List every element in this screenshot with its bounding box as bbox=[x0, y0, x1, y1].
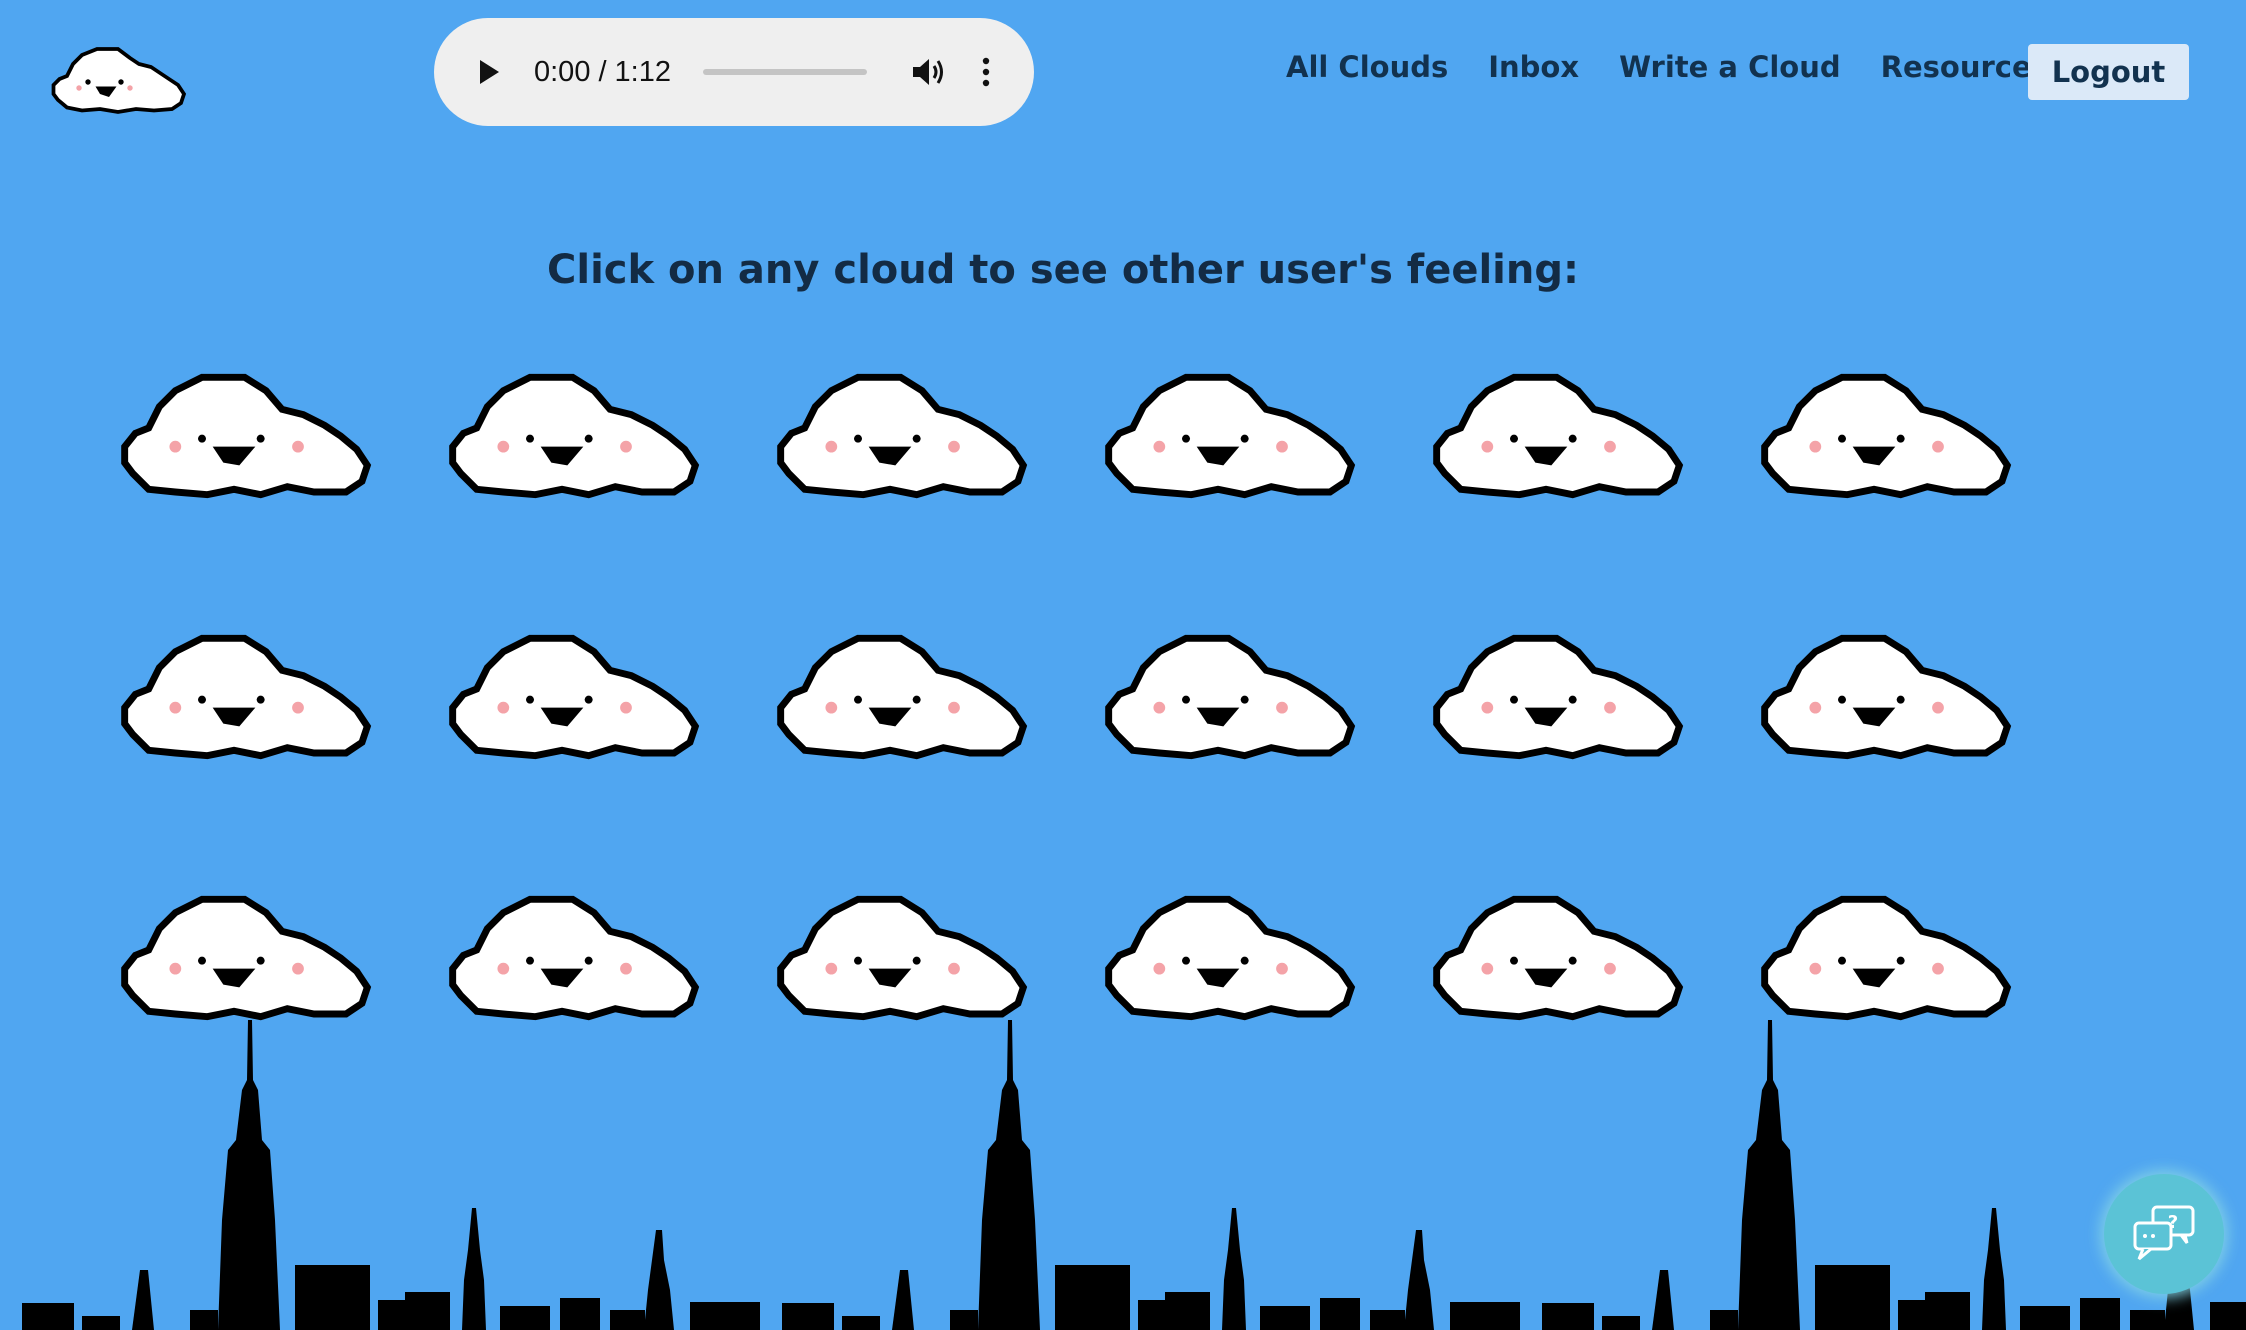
main-nav: All Clouds Inbox Write a Cloud Resources bbox=[1286, 50, 2089, 84]
feeling-cloud[interactable] bbox=[1754, 340, 2026, 500]
feeling-cloud[interactable] bbox=[114, 601, 386, 761]
feeling-cloud[interactable] bbox=[1098, 862, 1370, 1022]
feeling-cloud[interactable] bbox=[114, 340, 386, 500]
feeling-cloud[interactable] bbox=[1098, 601, 1370, 761]
play-button[interactable] bbox=[474, 57, 504, 87]
more-options-button[interactable] bbox=[971, 52, 1001, 92]
feeling-cloud[interactable] bbox=[1426, 862, 1698, 1022]
duration: 1:12 bbox=[614, 55, 671, 88]
help-chat-button[interactable]: ? bbox=[2104, 1174, 2224, 1294]
time-display: 0:00 / 1:12 bbox=[534, 56, 671, 89]
feeling-cloud[interactable] bbox=[770, 862, 1042, 1022]
city-skyline-image bbox=[22, 1020, 2246, 1330]
feeling-cloud[interactable] bbox=[1098, 340, 1370, 500]
current-time: 0:00 bbox=[534, 55, 591, 88]
feeling-cloud[interactable] bbox=[1754, 601, 2026, 761]
nav-resources[interactable]: Resources bbox=[1881, 50, 2049, 84]
logo-cloud-icon[interactable] bbox=[46, 27, 196, 119]
volume-button[interactable] bbox=[909, 52, 949, 92]
chat-help-icon: ? bbox=[2133, 1205, 2195, 1261]
seek-bar[interactable] bbox=[702, 69, 867, 75]
kebab-menu-icon bbox=[982, 57, 990, 87]
feeling-cloud[interactable] bbox=[1754, 862, 2026, 1022]
nav-write-a-cloud[interactable]: Write a Cloud bbox=[1619, 50, 1841, 84]
feeling-cloud[interactable] bbox=[442, 862, 714, 1022]
page-prompt: Click on any cloud to see other user's f… bbox=[547, 247, 1579, 293]
feeling-cloud[interactable] bbox=[442, 340, 714, 500]
feeling-cloud[interactable] bbox=[770, 601, 1042, 761]
play-icon bbox=[480, 60, 499, 84]
feeling-cloud[interactable] bbox=[1426, 601, 1698, 761]
feeling-cloud[interactable] bbox=[114, 862, 386, 1022]
volume-icon bbox=[912, 59, 943, 85]
logout-button[interactable]: Logout bbox=[2028, 44, 2189, 100]
feeling-cloud[interactable] bbox=[770, 340, 1042, 500]
audio-player: 0:00 / 1:12 bbox=[434, 18, 1034, 126]
feeling-cloud[interactable] bbox=[442, 601, 714, 761]
nav-all-clouds[interactable]: All Clouds bbox=[1286, 50, 1448, 84]
time-separator: / bbox=[598, 55, 607, 88]
nav-inbox[interactable]: Inbox bbox=[1488, 50, 1579, 84]
feeling-cloud[interactable] bbox=[1426, 340, 1698, 500]
